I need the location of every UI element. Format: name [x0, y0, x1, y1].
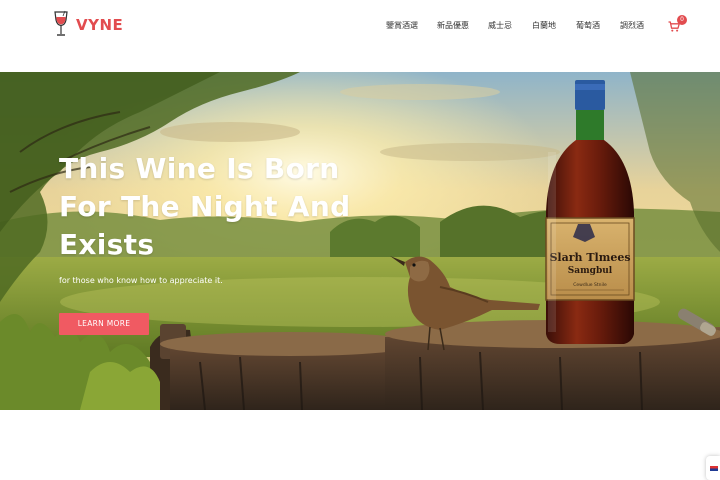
nav-item-brandy[interactable]: 白蘭地: [532, 20, 556, 31]
flag-icon: [710, 466, 718, 471]
nav-item-wine[interactable]: 葡萄酒: [576, 20, 600, 31]
nav-item-new-offers[interactable]: 新品優惠: [437, 20, 469, 31]
nav-item-whisky[interactable]: 威士忌: [488, 20, 512, 31]
language-switcher[interactable]: [706, 456, 720, 480]
cart-count-badge: 0: [677, 15, 687, 25]
bottle-label-line2: Samgbul: [568, 266, 613, 276]
hero-subtitle: for those who know how to appreciate it.: [59, 276, 223, 285]
brand-logo[interactable]: VYNE: [52, 10, 123, 38]
bottle-label-line3: Cewdlue Stnile: [573, 282, 607, 288]
bottle-label-line1: Slarh Tlmees: [549, 251, 630, 264]
hero-banner: Slarh Tlmees Samgbul Cewdlue Stnile This…: [0, 72, 720, 410]
nav-item-selection[interactable]: 鑒賞酒選: [386, 20, 418, 31]
nav-item-spirits[interactable]: 調烈酒: [620, 20, 644, 31]
cart-button[interactable]: 0: [668, 15, 687, 34]
learn-more-button[interactable]: LEARN MORE: [59, 313, 149, 335]
hero-title: This Wine Is Born For The Night And Exis…: [59, 152, 351, 261]
wine-glass-icon: [54, 10, 68, 36]
site-header: VYNE 鑒賞酒選 新品優惠 威士忌 白蘭地 葡萄酒 調烈酒 0: [0, 0, 720, 72]
brand-name: VYNE: [76, 16, 124, 34]
